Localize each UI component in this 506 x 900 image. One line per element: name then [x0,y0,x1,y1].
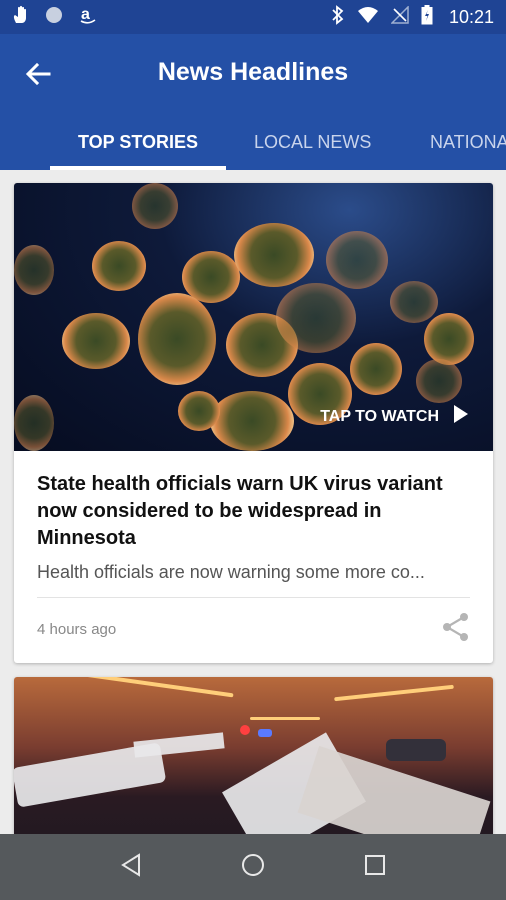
svg-text:a: a [81,6,90,23]
battery-icon [421,4,433,30]
back-triangle-icon[interactable] [120,852,142,882]
article-body: State health officials warn UK virus var… [14,451,493,660]
status-time: 10:21 [448,6,494,27]
circle-notification-icon [44,5,64,30]
page-title: News Headlines [157,58,349,86]
article-card[interactable] [14,677,493,834]
status-bar: a 10:21 [0,0,506,34]
news-feed[interactable]: TAP TO WATCH State health officials warn… [0,170,506,834]
home-circle-icon[interactable] [241,853,265,882]
tab-bar: TOP STORIES LOCAL NEWS NATIONAL [0,118,506,170]
amazon-icon: a [78,5,98,30]
article-image[interactable] [14,677,493,834]
app-bar: News Headlines [0,34,506,118]
tab-top-stories[interactable]: TOP STORIES [78,118,198,170]
no-signal-icon [390,4,409,29]
share-icon[interactable] [442,612,470,647]
bluetooth-icon [331,4,345,30]
play-icon [453,404,469,429]
tab-local-news[interactable]: LOCAL NEWS [254,118,371,170]
article-meta: 4 hours ago [37,598,470,660]
article-headline[interactable]: State health officials warn UK virus var… [37,471,470,552]
tap-to-watch-label: TAP TO WATCH [320,407,439,425]
tab-national[interactable]: NATIONAL [430,118,506,170]
system-nav-bar [0,834,506,900]
tap-to-watch-overlay[interactable]: TAP TO WATCH [320,404,469,429]
hand-notification-icon [12,5,30,30]
wifi-icon [357,6,379,29]
article-summary: Health officials are now warning some mo… [37,562,425,582]
article-card[interactable]: TAP TO WATCH State health officials warn… [14,183,493,663]
recents-square-icon[interactable] [364,854,386,881]
article-timestamp: 4 hours ago [37,620,117,638]
article-video-thumbnail[interactable]: TAP TO WATCH [14,183,493,451]
